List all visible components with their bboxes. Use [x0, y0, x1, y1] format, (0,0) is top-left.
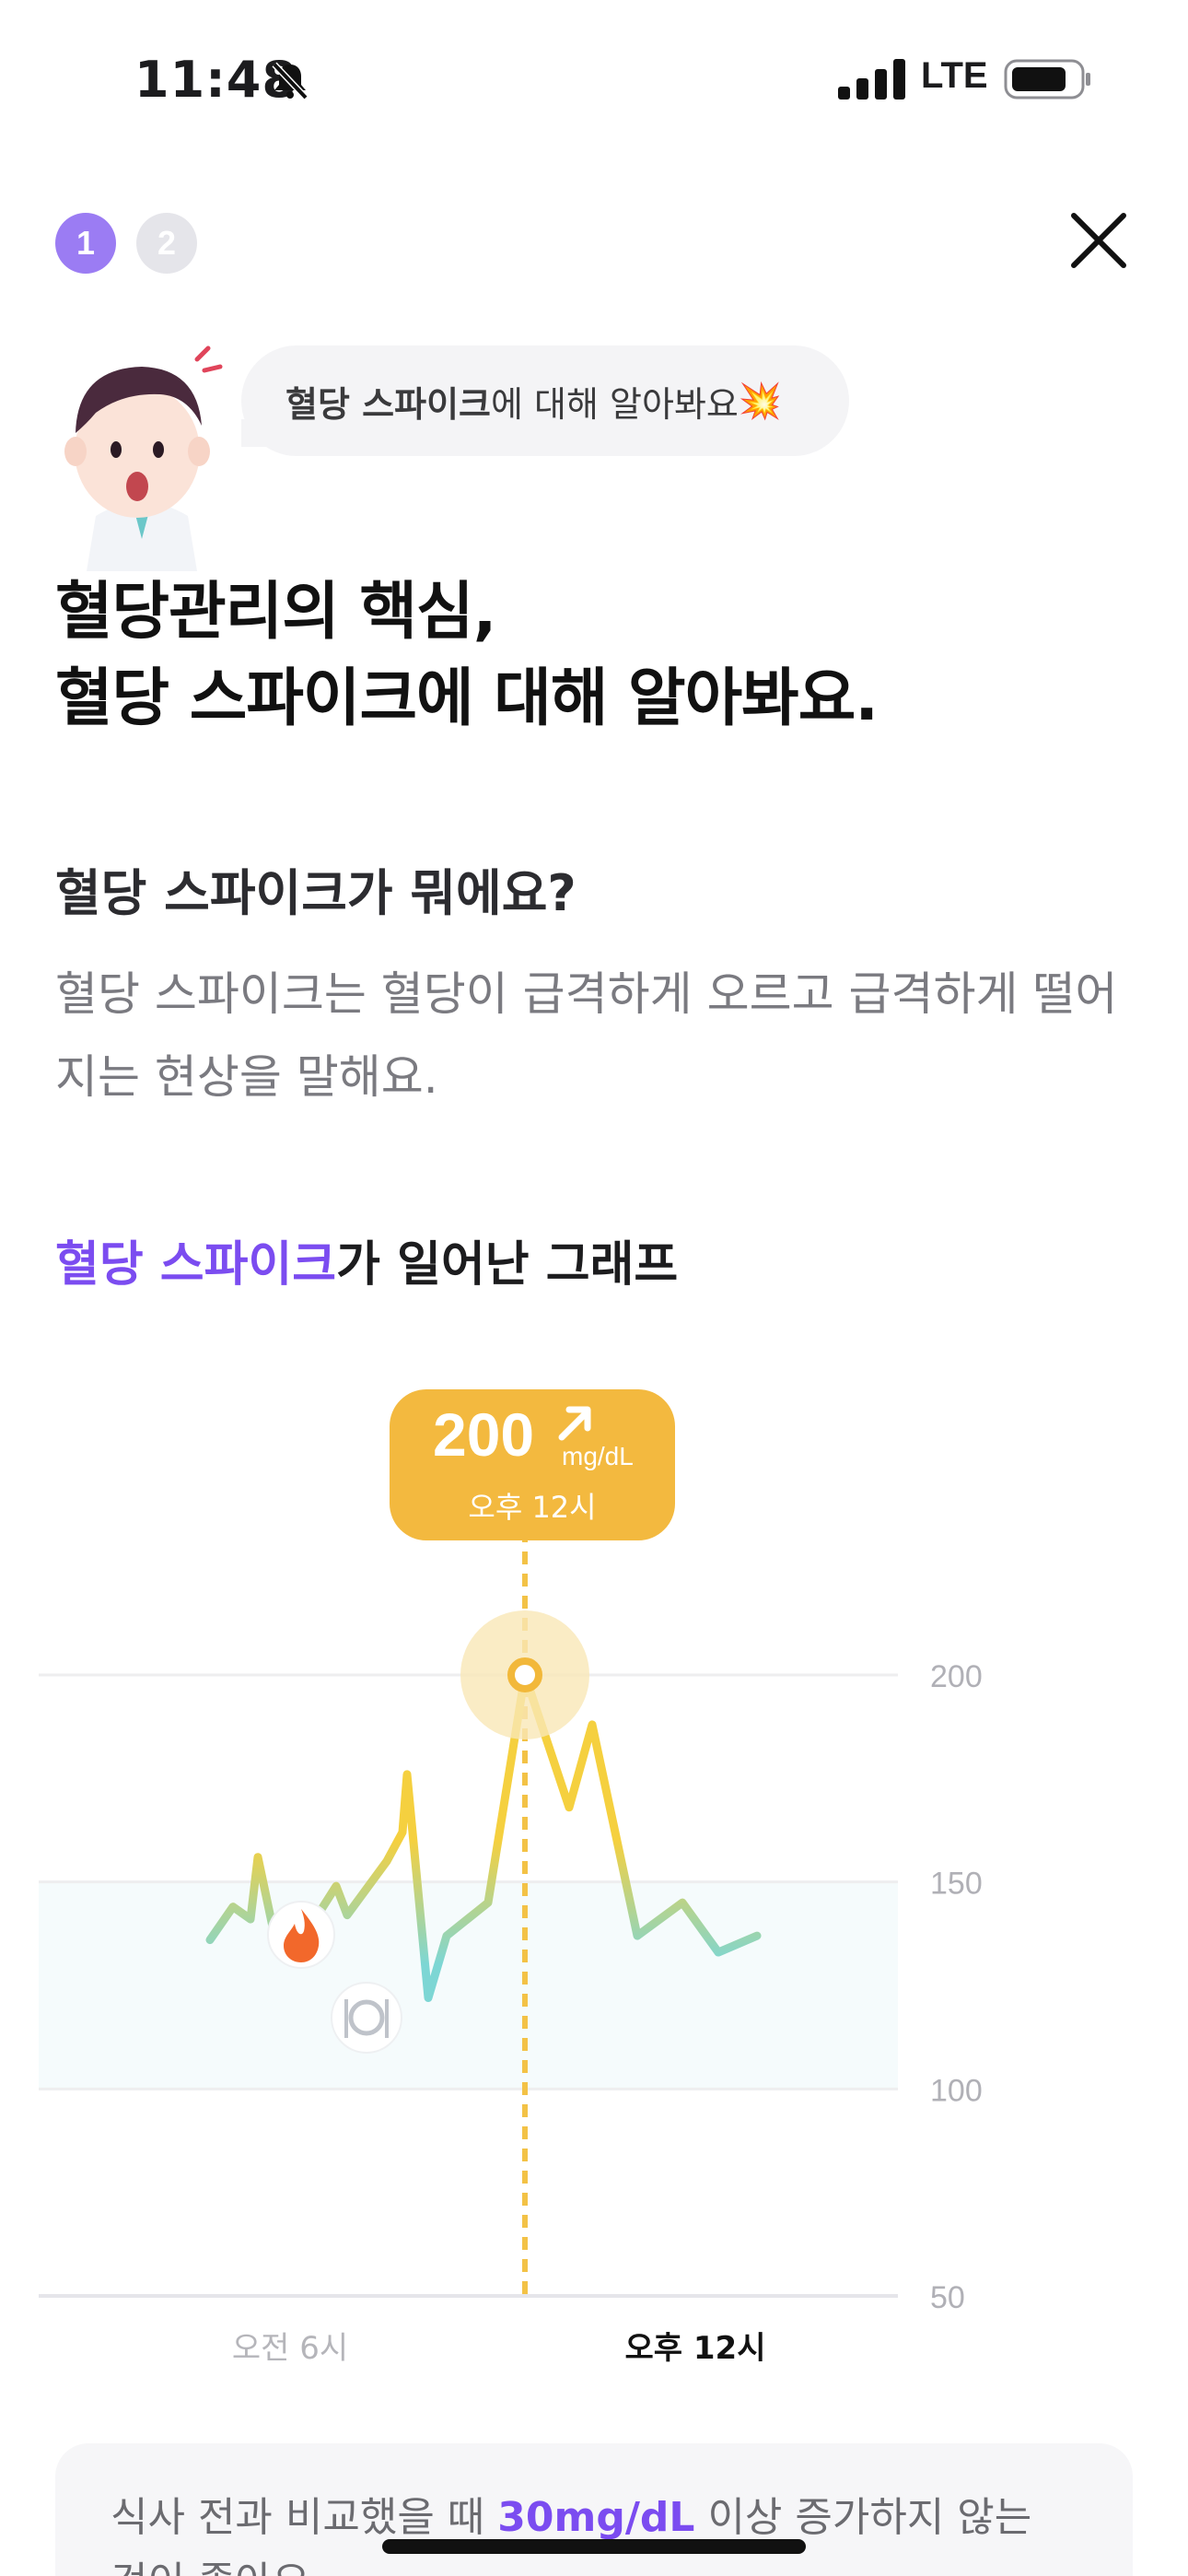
- normal-range-band: [39, 1881, 898, 2090]
- y-tick-label: 150: [930, 1867, 983, 1902]
- peak-unit: mg/dL: [562, 1442, 634, 1470]
- y-tick-label: 50: [930, 2280, 965, 2315]
- page-title-line-1: 혈당관리의 핵심,: [55, 576, 496, 649]
- bubble-bold-text: 혈당 스파이크: [285, 383, 491, 425]
- info-card-line-2: 것이 좋아요.: [111, 2550, 1077, 2576]
- step-indicator-2: 2: [136, 213, 197, 274]
- speech-bubble: 혈당 스파이크 에 대해 알아봐요 💥: [241, 345, 849, 456]
- info-card-before: 식사 전과 비교했을 때: [111, 2494, 498, 2541]
- question-title: 혈당 스파이크가 뭐에요?: [55, 864, 577, 922]
- step-indicator-1: 1: [55, 213, 116, 274]
- page-title-line-2: 혈당 스파이크에 대해 알아봐요.: [55, 662, 879, 735]
- peak-time: 오후 12시: [468, 1490, 596, 1525]
- home-indicator: [382, 2539, 806, 2554]
- info-card-after: 이상 증가하지 않는: [694, 2494, 1032, 2541]
- status-bar: 11:48 LTE: [0, 0, 1188, 157]
- signal-icon: [838, 59, 905, 100]
- bell-slash-icon: [272, 62, 309, 100]
- graph-title: 혈당 스파이크가 일어난 그래프: [55, 1225, 678, 1294]
- y-tick-label: 200: [930, 1659, 983, 1694]
- meal-marker-bg: [331, 1982, 402, 2054]
- peak-point: [507, 1657, 542, 1692]
- doctor-mascot-image: [64, 345, 223, 571]
- question-body: 혈당 스파이크는 혈당이 급격하게 오르고 급격하게 떨어지는 현상을 말해요.: [55, 967, 1118, 1104]
- page-title: 혈당관리의 핵심, 혈당 스파이크에 대해 알아봐요.: [55, 569, 879, 743]
- x-tick-label: 오전 6시: [232, 2330, 348, 2367]
- close-icon[interactable]: [1068, 210, 1129, 271]
- bubble-text: 에 대해 알아봐요: [491, 383, 739, 425]
- x-tick-label: 오후 12시: [625, 2330, 766, 2367]
- graph-title-rest: 가 일어난 그래프: [336, 1237, 679, 1293]
- y-tick-label: 100: [930, 2073, 983, 2108]
- explosion-icon: 💥: [738, 380, 783, 421]
- glucose-chart: 200 150 100 50 오전 6시 오후 12시 200 mg/dL 오후 12시: [39, 1389, 983, 2367]
- info-card: 식사 전과 비교했을 때 30mg/dL 이상 증가하지 않는 것이 좋아요.: [55, 2443, 1133, 2576]
- network-label: LTE: [921, 55, 988, 96]
- battery-icon: [1004, 59, 1090, 100]
- graph-title-accent: 혈당 스파이크: [55, 1237, 337, 1293]
- info-card-accent: 30mg/dL: [497, 2494, 695, 2541]
- peak-value: 200: [433, 1400, 534, 1469]
